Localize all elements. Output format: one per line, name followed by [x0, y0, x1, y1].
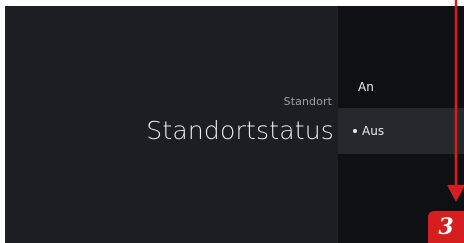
- tv-settings-screen: Standort Standortstatus An Aus: [5, 6, 464, 243]
- option-label: Aus: [362, 124, 385, 138]
- selected-bullet-icon: [353, 129, 357, 133]
- settings-category-label: Standort: [283, 95, 332, 108]
- step-number-badge: 3: [428, 211, 464, 243]
- options-panel: An Aus: [338, 6, 464, 243]
- settings-header-panel: Standort Standortstatus: [5, 6, 338, 243]
- option-an[interactable]: An: [338, 64, 464, 110]
- option-label: An: [358, 80, 374, 94]
- settings-title: Standortstatus: [146, 116, 334, 145]
- option-aus[interactable]: Aus: [338, 108, 464, 154]
